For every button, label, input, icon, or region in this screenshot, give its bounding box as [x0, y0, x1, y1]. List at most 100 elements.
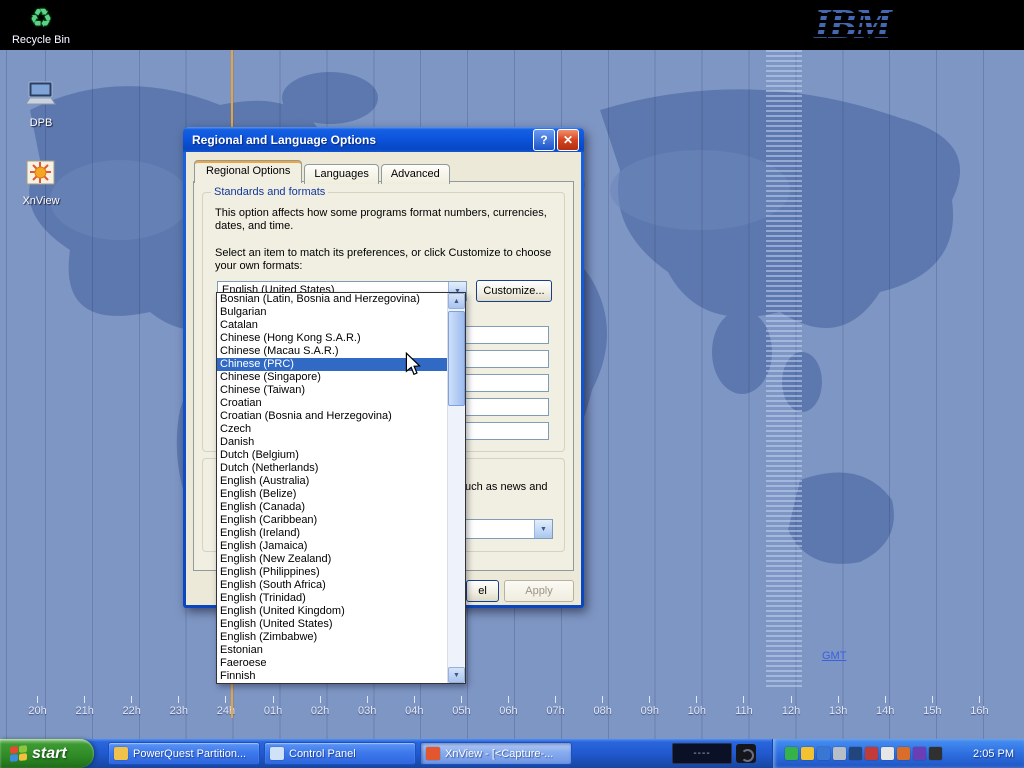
apply-button-label: Apply: [525, 585, 553, 597]
list-scrollbar[interactable]: ▲ ▼: [447, 293, 465, 683]
black-app-icon[interactable]: [736, 744, 756, 763]
tray-icon[interactable]: [833, 747, 846, 760]
language-list-item[interactable]: English (Trinidad): [217, 592, 448, 605]
scroll-up-icon: ▲: [453, 298, 460, 305]
timezone-label: 07h: [532, 696, 579, 717]
timezone-label: 01h: [249, 696, 296, 717]
language-list-item[interactable]: English (Canada): [217, 501, 448, 514]
timezone-label: 03h: [344, 696, 391, 717]
tray-icon[interactable]: [817, 747, 830, 760]
language-list-item[interactable]: Bosnian (Latin, Bosnia and Herzegovina): [217, 293, 448, 306]
task-button-label: XnView - [<Capture-...: [445, 748, 553, 760]
customize-button[interactable]: Customize...: [476, 280, 552, 302]
language-list-item[interactable]: Dutch (Belgium): [217, 449, 448, 462]
tray-icon[interactable]: [801, 747, 814, 760]
chevron-down-icon: ▼: [540, 526, 547, 533]
tray-icon[interactable]: [929, 747, 942, 760]
task-app-icon: [114, 747, 128, 760]
timezone-label: 14h: [862, 696, 909, 717]
timezone-label: 21h: [61, 696, 108, 717]
language-list-item[interactable]: Catalan: [217, 319, 448, 332]
tray-icon[interactable]: [849, 747, 862, 760]
separator-label: ----: [693, 748, 710, 759]
standards-description: This option affects how some programs fo…: [215, 207, 553, 233]
task-app-icon: [270, 747, 284, 760]
language-list-item[interactable]: English (Zimbabwe): [217, 631, 448, 644]
standards-instruction: Select an item to match its preferences,…: [215, 247, 557, 273]
help-button[interactable]: ?: [533, 129, 555, 151]
apply-button[interactable]: Apply: [504, 580, 574, 602]
tray-icon[interactable]: [881, 747, 894, 760]
timezone-label: 10h: [673, 696, 720, 717]
language-list-item[interactable]: English (United States): [217, 618, 448, 631]
language-list-item[interactable]: Chinese (Macau S.A.R.): [217, 345, 448, 358]
task-buttons: PowerQuest Partition... Control Panel Xn…: [106, 739, 574, 768]
taskbar-task-button[interactable]: Control Panel: [264, 742, 416, 765]
language-list-item[interactable]: English (Caribbean): [217, 514, 448, 527]
cancel-button[interactable]: el: [466, 580, 499, 602]
language-list-item[interactable]: Croatian: [217, 397, 448, 410]
language-list-item[interactable]: English (New Zealand): [217, 553, 448, 566]
language-list-item[interactable]: Faeroese: [217, 657, 448, 670]
timezone-label: 22h: [108, 696, 155, 717]
tray-icon[interactable]: [897, 747, 910, 760]
separator-task-button[interactable]: ----: [672, 743, 732, 764]
tab-strip: Regional Options Languages Advanced: [194, 159, 452, 182]
language-list-item[interactable]: English (Jamaica): [217, 540, 448, 553]
start-button[interactable]: start: [0, 739, 94, 768]
language-list-item[interactable]: Danish: [217, 436, 448, 449]
cancel-button-label: el: [478, 585, 487, 597]
scroll-down-icon: ▼: [453, 672, 460, 679]
tray-icon[interactable]: [865, 747, 878, 760]
language-list-item[interactable]: Chinese (Singapore): [217, 371, 448, 384]
language-list-item[interactable]: Bulgarian: [217, 306, 448, 319]
tray-icon[interactable]: [913, 747, 926, 760]
language-list-item[interactable]: English (United Kingdom): [217, 605, 448, 618]
scrollbar-thumb[interactable]: [448, 311, 465, 406]
tab[interactable]: Regional Options: [194, 160, 302, 183]
desktop-icon-dpb[interactable]: DPB: [8, 80, 74, 129]
timezone-label: 04h: [391, 696, 438, 717]
scroll-down-button[interactable]: ▼: [448, 667, 465, 683]
timezone-label: 06h: [485, 696, 532, 717]
gmt-label: GMT: [822, 650, 846, 662]
language-list-item[interactable]: English (Belize): [217, 488, 448, 501]
language-list-item[interactable]: English (Ireland): [217, 527, 448, 540]
tab[interactable]: Languages: [304, 164, 378, 184]
language-list-item[interactable]: Czech: [217, 423, 448, 436]
desktop-icon-xnview[interactable]: XnView: [8, 156, 74, 207]
language-list-item[interactable]: Croatian (Bosnia and Herzegovina): [217, 410, 448, 423]
windows-flag-icon: [10, 745, 27, 762]
close-icon: ✕: [563, 133, 573, 147]
tray-icon[interactable]: [785, 747, 798, 760]
desktop: ♻ Recycle Bin IBM DPB XnView GM: [0, 0, 1024, 768]
language-list-item[interactable]: Estonian: [217, 644, 448, 657]
language-list-item[interactable]: Chinese (Taiwan): [217, 384, 448, 397]
timezone-label: 12h: [768, 696, 815, 717]
language-items: Bosnian (Latin, Bosnia and Herzegovina) …: [217, 293, 448, 683]
timezone-label: 09h: [626, 696, 673, 717]
language-list-item[interactable]: English (South Africa): [217, 579, 448, 592]
timezone-label: 02h: [297, 696, 344, 717]
language-list-item[interactable]: English (Australia): [217, 475, 448, 488]
desktop-icon-recycle-bin[interactable]: ♻ Recycle Bin: [8, 4, 74, 46]
taskbar-task-button[interactable]: XnView - [<Capture-...: [420, 742, 572, 765]
timezone-label: 16h: [956, 696, 1003, 717]
close-button[interactable]: ✕: [557, 129, 579, 151]
start-button-label: start: [32, 745, 67, 763]
scroll-up-button[interactable]: ▲: [448, 293, 465, 309]
location-dropdown-button[interactable]: ▼: [534, 520, 552, 538]
language-list-item[interactable]: Finnish: [217, 670, 448, 683]
task-button-label: Control Panel: [289, 748, 356, 760]
language-list-item[interactable]: Chinese (PRC): [217, 358, 448, 371]
language-list-item[interactable]: Dutch (Netherlands): [217, 462, 448, 475]
taskbar-spacer: [574, 739, 670, 768]
timezone-scale: 20h 21h 22h 23h 24h 01h 02h 03h 04h 05h …: [14, 696, 1004, 717]
tab[interactable]: Advanced: [381, 164, 450, 184]
xnview-icon: [24, 156, 58, 188]
language-list-item[interactable]: English (Philippines): [217, 566, 448, 579]
dialog-titlebar[interactable]: Regional and Language Options ? ✕: [183, 127, 584, 152]
task-app-icon: [426, 747, 440, 760]
language-list-item[interactable]: Chinese (Hong Kong S.A.R.): [217, 332, 448, 345]
taskbar-task-button[interactable]: PowerQuest Partition...: [108, 742, 260, 765]
